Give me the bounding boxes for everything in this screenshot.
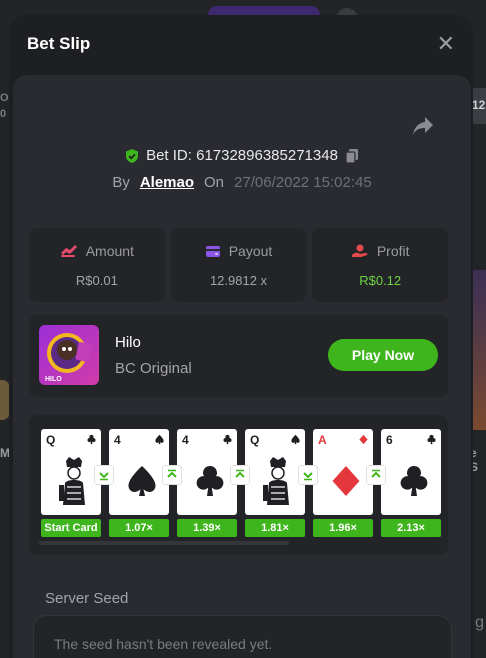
stat-payout: Payout 12.9812 x [170,228,307,302]
start-card-label: Start Card [41,519,101,537]
stat-profit-value: R$0.12 [359,272,402,288]
bet-date: 27/06/2022 15:02:45 [234,174,372,191]
card-rank: 4 [114,433,121,447]
card-rank: Q [250,433,260,447]
modal-header: Bet Slip ✕ [9,15,473,73]
diamonds-large-icon [332,466,360,496]
clubs-icon [223,434,232,445]
card-rank: 6 [386,433,393,447]
stat-amount-value: R$0.01 [75,272,118,288]
clubs-large-icon [196,465,224,496]
bet-id-row: Bet ID: 61732896385271348 [13,147,471,164]
bet-id: Bet ID: 61732896385271348 [146,147,338,164]
play-now-button[interactable]: Play Now [328,339,438,371]
playing-card: Q [41,429,101,515]
game-name: Hilo [115,334,141,351]
server-seed-value: The seed hasn't been revealed yet. [54,636,273,652]
stat-profit-label-row: Profit [351,243,410,259]
arrow-up-icon [230,465,250,485]
shield-check-icon [126,148,139,163]
playing-card: 4 [109,429,169,515]
amount-icon [60,244,77,257]
playing-card: Q [245,429,305,515]
clubs-icon [87,434,96,445]
bet-user-link[interactable]: Alemao [140,174,194,191]
bet-author-row: By Alemao On 27/06/2022 15:02:45 [13,174,471,191]
arrow-down-icon [94,465,114,485]
game-card: HILO Hilo BC Original Play Now [29,315,448,397]
share-icon[interactable] [411,115,435,137]
stat-payout-label-row: Payout [205,242,273,259]
stat-payout-label: Payout [228,242,273,259]
bet-details-panel: Bet ID: 61732896385271348 By Alemao On 2… [13,75,471,658]
copy-icon[interactable] [344,148,360,164]
card-rank: A [318,433,327,447]
clubs-icon [427,434,436,445]
arrow-up-icon [162,465,182,485]
profit-icon [351,244,368,257]
game-thumbnail[interactable]: HILO [39,325,99,385]
payout-icon [205,245,220,257]
game-thumb-text: HILO [45,376,62,383]
spades-icon [155,434,164,445]
diamonds-icon [359,434,368,445]
arrow-down-icon [298,465,318,485]
playing-card: 4 [177,429,237,515]
spades-large-icon [128,466,156,496]
stat-amount-label: Amount [85,242,134,259]
modal-title: Bet Slip [27,34,91,53]
king-figure-icon [263,457,289,505]
multiplier-label: 1.96× [313,519,373,537]
clubs-large-icon [400,465,428,496]
card-rank: Q [46,433,56,447]
background-right-glyph: g [475,614,484,631]
card-rank: 4 [182,433,189,447]
multiplier-label: 2.13× [381,519,441,537]
bet-slip-modal: Bet Slip ✕ Bet ID: 61732896385271348 By … [9,15,473,658]
arrow-up-icon [366,465,386,485]
game-provider: BC Original [115,360,192,377]
stat-profit: Profit R$0.12 [312,228,449,302]
on-label: On [204,174,225,191]
stat-payout-value: 12.9812 x [209,272,268,288]
bet-stats: Amount R$0.01 Payout 12.9812 x Profit R$… [29,228,449,302]
multiplier-label: 1.81× [245,519,305,537]
spades-icon [291,434,300,445]
stat-amount: Amount R$0.01 [29,228,165,302]
stat-profit-label: Profit [376,242,410,259]
card-history-scrollbar[interactable] [39,541,289,545]
server-seed-label: Server Seed [45,590,129,607]
card-history: Q Start Card 4 1.07× 4 1.39× Q 1.81× A 1.96× 6 2.13… [29,415,448,555]
multiplier-label: 1.39× [177,519,237,537]
close-icon[interactable]: ✕ [437,33,455,55]
multiplier-label: 1.07× [109,519,169,537]
playing-card: A [313,429,373,515]
by-label: By [112,174,130,191]
server-seed-field[interactable]: The seed hasn't been revealed yet. [33,615,452,658]
playing-card: 6 [381,429,441,515]
stat-amount-label-row: Amount [60,243,134,259]
hilo-logo-icon: HILO [45,333,93,383]
king-figure-icon [59,457,85,505]
